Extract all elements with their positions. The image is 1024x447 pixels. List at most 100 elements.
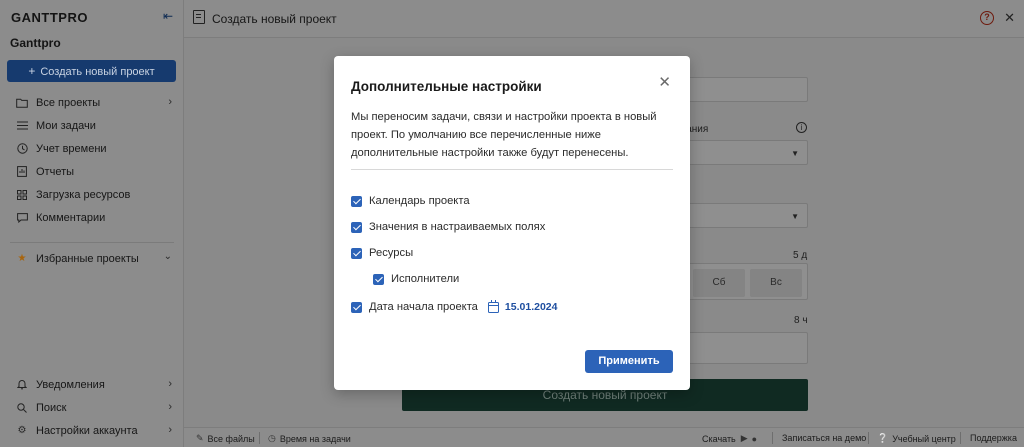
collapse-left-icon[interactable]: ⇤ [161,9,175,23]
play-store-icon[interactable]: ▶ [741,433,748,444]
footer-divider [259,432,260,444]
learning-center-link[interactable]: ❔ Учебный центр [877,433,956,444]
option-label: Календарь проекта [369,195,470,207]
sidebar-item-my-tasks[interactable]: Мои задачи [0,114,184,137]
sidebar-item-label: Избранные проекты [36,252,139,265]
help-icon[interactable]: ? [980,11,994,25]
checkbox-checked[interactable] [351,195,362,207]
chevron-right-icon: › [168,424,172,436]
close-icon[interactable]: ✕ [658,75,671,90]
folder-icon [16,97,28,109]
checkbox-checked[interactable] [351,221,362,233]
sidebar-item-label: Мои задачи [36,119,96,132]
sidebar-item-label: Уведомления [36,378,105,391]
footer-divider [868,432,869,444]
all-files-label: Все файлы [207,433,255,444]
day-button-saturday[interactable]: Сб [693,269,745,297]
clock-icon [16,143,28,155]
sidebar-item-label: Учет времени [36,142,107,155]
close-icon[interactable]: ✕ [1004,10,1015,26]
start-date-value: 15.01.2024 [504,301,558,313]
hours-label: 8 ч [794,315,808,326]
sidebar-item-reports[interactable]: Отчеты [0,160,184,183]
sidebar-item-account-settings[interactable]: ⚙ Настройки аккаунта › [0,419,184,442]
apple-icon[interactable]: ● [752,434,757,444]
download-link[interactable]: Скачать ▶ ● [702,433,761,444]
day-button-sunday[interactable]: Вс [750,269,802,297]
timer-icon: ◷ [268,433,276,443]
option-project-calendar[interactable]: Календарь проекта [351,195,470,207]
star-icon: ★ [17,253,27,264]
caret-down-icon: ▼ [791,149,799,158]
option-resources[interactable]: Ресурсы [351,247,413,259]
footer-bar: ✎ Все файлы ◷ Время на задачи Скачать ▶ … [184,427,1024,447]
dialog-description: Мы переносим задачи, связи и настройки п… [351,111,657,159]
bell-icon [16,379,28,391]
sidebar-item-all-projects[interactable]: Все проекты › [0,91,184,114]
sidebar-item-search[interactable]: Поиск › [0,396,184,419]
create-project-label: Создать новый проект [40,66,155,78]
page-title: Создать новый проект [212,12,337,26]
plus-icon: + [28,64,36,78]
option-start-date[interactable]: Дата начала проекта 15.01.2024 [351,299,558,313]
dialog-divider [351,169,673,170]
sidebar-item-label: Загрузка ресурсов [36,188,131,201]
option-label: Значения в настраиваемых полях [369,221,546,233]
task-time-label: Время на задачи [279,433,351,444]
support-label: Поддержка [970,433,1017,443]
sidebar-item-favorites[interactable]: ★ Избранные проекты ⌄ [0,247,184,270]
demo-label: Записаться на демо [782,433,867,443]
sidebar-item-resource-load[interactable]: Загрузка ресурсов [0,183,184,206]
sidebar-divider [10,242,174,243]
chevron-right-icon: › [168,96,172,108]
sidebar-item-notifications[interactable]: Уведомления › [0,373,184,396]
sidebar-item-time-tracking[interactable]: Учет времени [0,137,184,160]
start-date-picker[interactable]: 15.01.2024 [487,299,558,313]
create-project-button[interactable]: + Создать новый проект [7,60,176,82]
caret-down-icon: ▼ [791,212,799,221]
calendar-icon [487,299,499,313]
top-bar: Создать новый проект ? ✕ [184,0,1024,38]
all-files-link[interactable]: ✎ Все файлы [196,433,255,444]
info-icon[interactable]: i [796,122,807,133]
footer-divider [960,432,961,444]
duration-label: 5 д [793,250,808,261]
option-custom-fields[interactable]: Значения в настраиваемых полях [351,221,545,233]
workspace-name: Ganttpro [10,36,61,50]
chevron-right-icon: › [168,378,172,390]
checkbox-checked[interactable] [351,247,362,259]
apply-button[interactable]: Применить [585,350,673,373]
sidebar-item-label: Отчеты [36,165,75,178]
search-icon [16,402,28,414]
option-label: Ресурсы [369,247,414,259]
app-logo: GANTTPRO [11,10,88,25]
favorites-section: ★ Избранные проекты ⌄ [0,247,184,270]
paperclip-icon: ✎ [196,433,204,443]
list-icon [16,120,28,132]
support-link[interactable]: Поддержка [970,433,1017,443]
resources-icon [16,189,28,201]
demo-link[interactable]: Записаться на демо [782,433,866,443]
sidebar-item-label: Все проекты [36,96,101,109]
chevron-right-icon: › [168,401,172,413]
report-icon [16,166,28,178]
checkbox-checked[interactable] [373,273,384,285]
checkbox-checked[interactable] [351,301,362,313]
sidebar: GANTTPRO ⇤ Ganttpro + Создать новый проек… [0,0,184,447]
question-icon: ❔ [877,433,889,443]
comment-icon [16,212,28,224]
sidebar-nav: Все проекты › Мои задачи Учет времени От… [0,91,184,229]
option-label: Дата начала проекта [369,301,478,313]
sidebar-item-comments[interactable]: Комментарии [0,206,184,229]
option-assignees[interactable]: Исполнители [373,273,459,285]
task-time-link[interactable]: ◷ Время на задачи [268,433,351,444]
dialog-title: Дополнительные настройки [351,79,542,94]
sidebar-item-label: Комментарии [36,211,106,224]
footer-divider [772,432,773,444]
project-doc-icon [193,10,205,24]
sidebar-item-label: Настройки аккаунта [36,424,138,437]
gear-icon: ⚙ [17,425,27,436]
learning-center-label: Учебный центр [892,433,956,444]
sidebar-bottom-nav: Уведомления › Поиск › ⚙ Настройки аккаун… [0,373,184,442]
chevron-down-icon: ⌄ [163,251,172,262]
